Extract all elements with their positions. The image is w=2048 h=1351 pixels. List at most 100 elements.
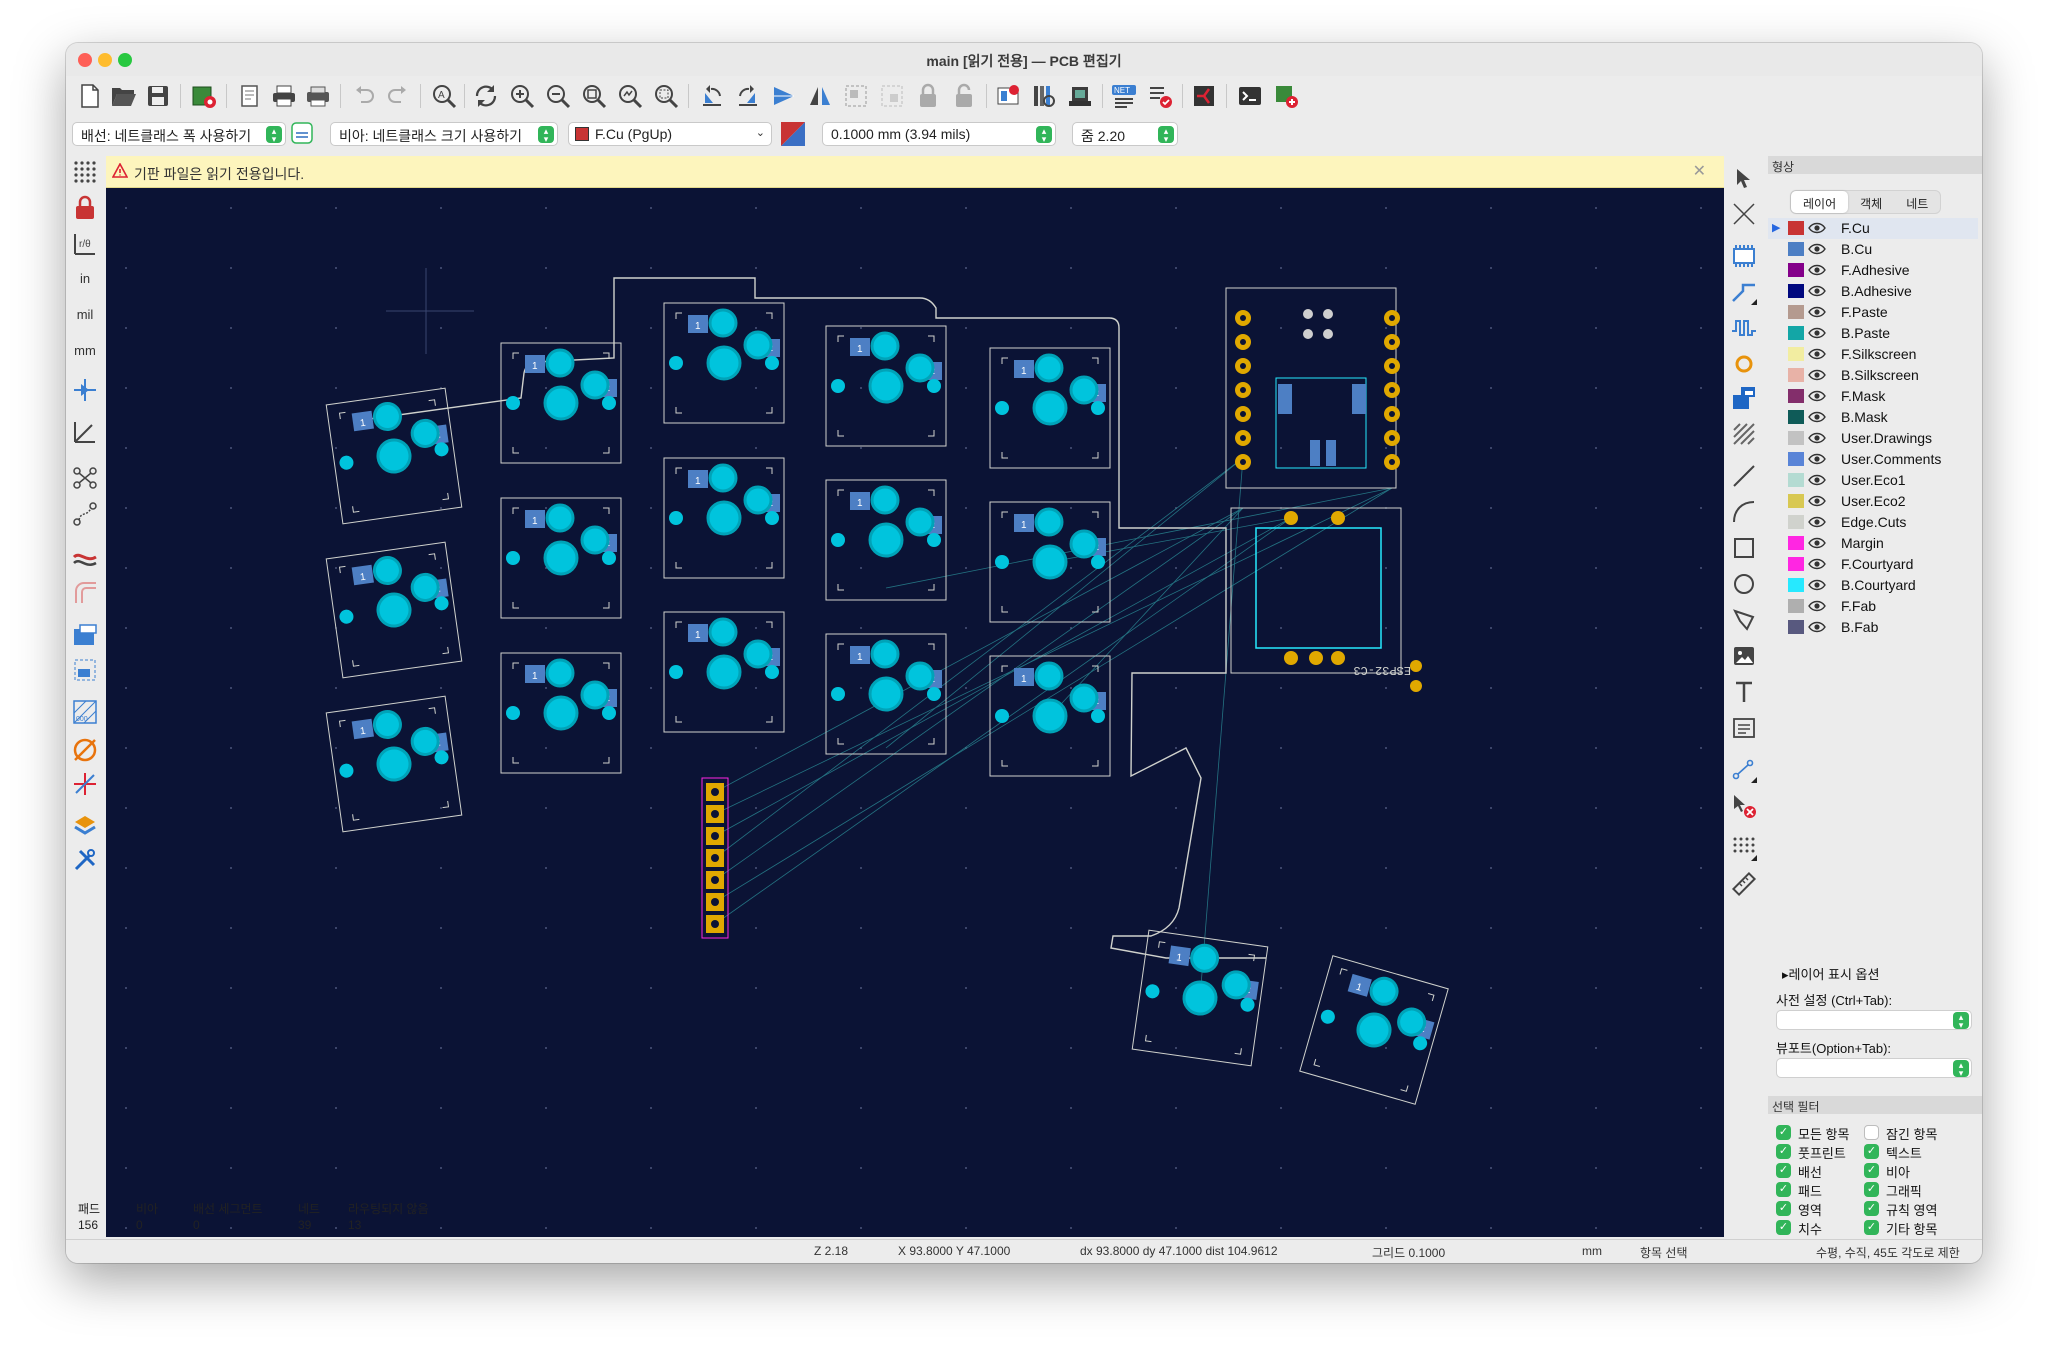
inch-units-button[interactable]: in: [69, 262, 101, 294]
checkbox-box[interactable]: ✓: [1864, 1163, 1879, 1178]
layer-row[interactable]: User.Comments: [1768, 449, 1978, 470]
cursor-crosshair-icon[interactable]: [69, 374, 101, 406]
plugin-icon[interactable]: [1270, 80, 1302, 112]
local-coords-icon[interactable]: [69, 416, 101, 448]
grid-toggle-icon[interactable]: [69, 156, 101, 188]
checkbox-box[interactable]: [1864, 1125, 1879, 1140]
layer-color-swatch[interactable]: [1788, 494, 1804, 508]
eye-icon[interactable]: [1808, 431, 1826, 448]
layer-color-swatch[interactable]: [1788, 452, 1804, 466]
measure-icon[interactable]: [1728, 868, 1760, 900]
draw-line-icon[interactable]: [1728, 460, 1760, 492]
checkbox-box[interactable]: ✓: [1776, 1182, 1791, 1197]
footprint-browser-icon[interactable]: [1028, 80, 1060, 112]
ungroup-icon[interactable]: [876, 80, 908, 112]
layer-color-swatch[interactable]: [1788, 389, 1804, 403]
pcb-canvas[interactable]: 1212121212121212121212121212121212ESP32-…: [106, 188, 1724, 1237]
footprint-editor-icon[interactable]: [992, 80, 1024, 112]
eye-icon[interactable]: [1808, 305, 1826, 322]
layers-manager-icon[interactable]: [69, 810, 101, 842]
layer-row[interactable]: F.Mask: [1768, 386, 1978, 407]
tune-length-icon[interactable]: [1728, 312, 1760, 344]
layer-row[interactable]: B.Mask: [1768, 407, 1978, 428]
layer-row[interactable]: B.Adhesive: [1768, 281, 1978, 302]
layer-display-options[interactable]: ▸레이어 표시 옵션: [1782, 964, 1879, 983]
tracks-outline-icon[interactable]: [69, 576, 101, 608]
high-contrast-icon[interactable]: [69, 542, 101, 574]
checkbox-box[interactable]: ✓: [1864, 1182, 1879, 1197]
eye-icon[interactable]: [1808, 599, 1826, 616]
layer-color-swatch[interactable]: [1788, 431, 1804, 445]
page-settings-icon[interactable]: [234, 80, 266, 112]
zoom-objects-icon[interactable]: [614, 80, 646, 112]
layer-color-swatch[interactable]: [1788, 305, 1804, 319]
via-display-icon[interactable]: [69, 654, 101, 686]
rule-area-icon[interactable]: [1728, 418, 1760, 450]
checkbox-box[interactable]: ✓: [1864, 1144, 1879, 1159]
layer-color-swatch[interactable]: [1788, 599, 1804, 613]
eye-icon[interactable]: [1808, 326, 1826, 343]
layer-row[interactable]: F.Courtyard: [1768, 554, 1978, 575]
track-width-select[interactable]: 배선: 네트클래스 폭 사용하기 ▴ ▾: [72, 122, 286, 146]
layer-color-swatch[interactable]: [1788, 347, 1804, 361]
layer-row[interactable]: B.Cu: [1768, 239, 1978, 260]
eye-icon[interactable]: [1808, 473, 1826, 490]
add-zone-icon[interactable]: [1728, 382, 1760, 414]
layer-color-swatch[interactable]: [1788, 242, 1804, 256]
layer-color-swatch[interactable]: [1788, 221, 1804, 235]
mm-units-button[interactable]: mm: [69, 334, 101, 366]
eye-icon[interactable]: [1808, 515, 1826, 532]
layer-pair-icon[interactable]: [778, 119, 808, 149]
flip-icon[interactable]: [768, 80, 800, 112]
mirror-icon[interactable]: [804, 80, 836, 112]
route-track-icon[interactable]: [1728, 276, 1760, 308]
zoom-fit-icon[interactable]: [578, 80, 610, 112]
layer-color-swatch[interactable]: [1788, 578, 1804, 592]
layer-row[interactable]: User.Eco2: [1768, 491, 1978, 512]
zoom-select[interactable]: 줌 2.20 ▴ ▾: [1072, 122, 1178, 146]
layer-color-swatch[interactable]: [1788, 473, 1804, 487]
eye-icon[interactable]: [1808, 347, 1826, 364]
drc-icon[interactable]: [1144, 80, 1176, 112]
eye-icon[interactable]: [1808, 389, 1826, 406]
tab-nets[interactable]: 네트: [1894, 191, 1940, 213]
select-arrow-icon[interactable]: [1728, 162, 1760, 194]
zoom-selection-icon[interactable]: [650, 80, 682, 112]
eye-icon[interactable]: [1808, 452, 1826, 469]
eye-icon[interactable]: [1808, 284, 1826, 301]
layer-row[interactable]: Edge.Cuts: [1768, 512, 1978, 533]
add-image-icon[interactable]: [1728, 640, 1760, 672]
net-color-icon[interactable]: [69, 734, 101, 766]
eye-icon[interactable]: [1808, 557, 1826, 574]
eye-icon[interactable]: [1808, 410, 1826, 427]
eye-icon[interactable]: [1808, 263, 1826, 280]
3d-viewer-icon[interactable]: [1064, 80, 1096, 112]
zoom-out-icon[interactable]: [542, 80, 574, 112]
eye-icon[interactable]: [1808, 221, 1826, 238]
checkbox-box[interactable]: ✓: [1776, 1220, 1791, 1235]
delete-tool-icon[interactable]: [1728, 790, 1760, 822]
open-folder-icon[interactable]: [108, 80, 140, 112]
checkbox-box[interactable]: ✓: [1864, 1201, 1879, 1216]
layer-color-swatch[interactable]: [1788, 410, 1804, 424]
scripting-console-icon[interactable]: [1234, 80, 1266, 112]
layer-color-swatch[interactable]: [1788, 284, 1804, 298]
checkbox-box[interactable]: ✓: [1776, 1163, 1791, 1178]
layer-row[interactable]: Margin: [1768, 533, 1978, 554]
drc-markers-icon[interactable]: [69, 768, 101, 800]
layer-color-swatch[interactable]: [1788, 557, 1804, 571]
add-text-icon[interactable]: [1728, 676, 1760, 708]
polar-coords-icon[interactable]: r/θ: [69, 228, 101, 260]
group-icon[interactable]: [840, 80, 872, 112]
eye-icon[interactable]: [1808, 620, 1826, 637]
eye-icon[interactable]: [1808, 536, 1826, 553]
layer-color-swatch[interactable]: [1788, 620, 1804, 634]
viewport-select[interactable]: ▴ ▾: [1776, 1058, 1972, 1078]
via-size-select[interactable]: 비아: 네트클래스 크기 사용하기 ▴ ▾: [330, 122, 558, 146]
grid-lock-icon[interactable]: [69, 192, 101, 224]
layer-color-swatch[interactable]: [1788, 368, 1804, 382]
layer-row[interactable]: User.Drawings: [1768, 428, 1978, 449]
netlist-icon[interactable]: NET: [1108, 80, 1140, 112]
local-ratsnest-icon[interactable]: [1728, 198, 1760, 230]
eye-icon[interactable]: [1808, 494, 1826, 511]
